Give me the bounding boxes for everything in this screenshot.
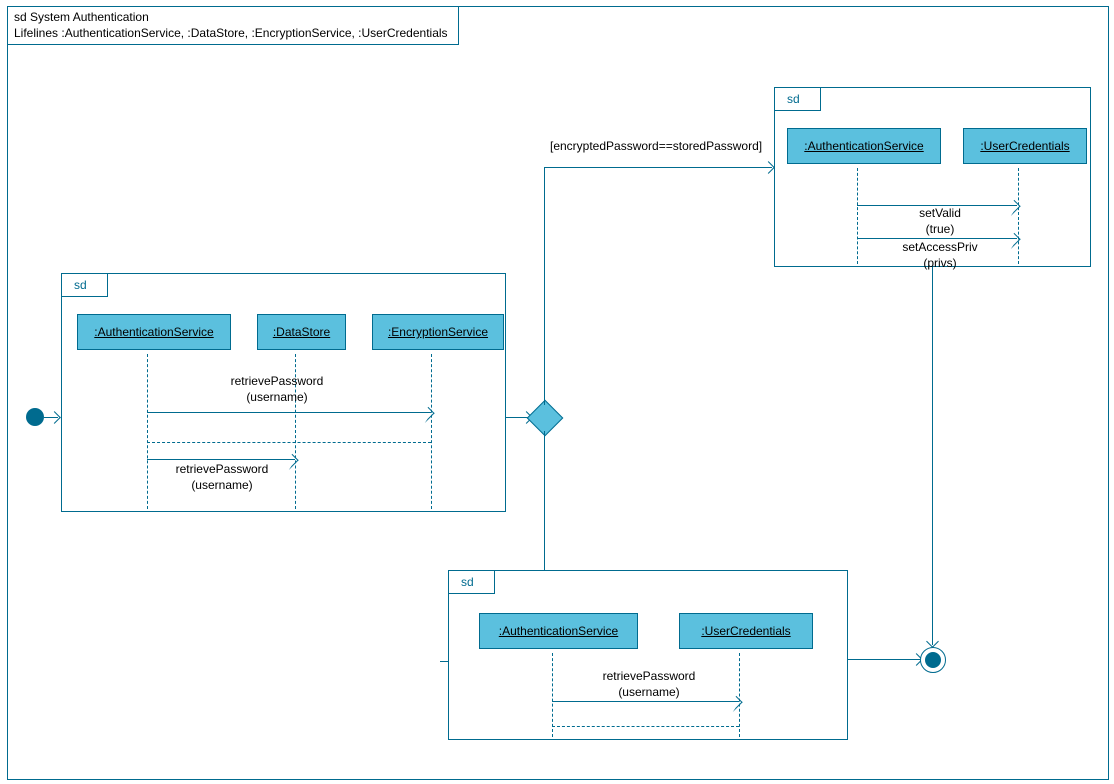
sd2-msg1-arg: (true) [895,222,985,238]
sd1-lifeline-datastore: :DataStore [257,314,346,350]
sd1-lifeline-encryption-line [431,354,432,509]
outer-frame: sd System Authentication Lifelines :Auth… [7,6,1109,780]
sd2-msg2-name: setAccessPriv [895,240,985,256]
sd2-lifeline-user-line [1018,168,1019,264]
edge-decision-to-sd2-h [544,167,772,168]
sd1-lifeline-auth-line [147,354,148,509]
sd2-lifeline-auth: :AuthenticationService [787,128,941,164]
final-node [920,647,946,673]
sd2-msg2-label: setAccessPriv (privs) [895,240,985,271]
sd2-msg1-arrow [857,205,1017,206]
sd-frame-2-tab: sd [775,88,821,111]
edge-start-to-sd1-arrow [48,411,61,424]
guard-text: [encryptedPassword==storedPassword] [550,139,762,153]
sd1-msg2-name: retrievePassword [162,462,282,478]
sd3-lifeline-auth-line [552,653,553,737]
sd1-msg1-arrow [147,412,431,413]
sd3-lifeline-user-line [739,653,740,737]
edge-sd2-to-end [932,267,933,645]
sd-frame-2: sd :AuthenticationService :UserCredentia… [774,87,1091,267]
sd3-lifeline-auth: :AuthenticationService [479,613,638,649]
sd-frame-3-tab: sd [449,571,495,594]
sd3-msg1-arrow [552,701,739,702]
outer-lifelines: Lifelines :AuthenticationService, :DataS… [14,26,448,42]
sd3-msg1-label: retrievePassword (username) [589,669,709,700]
guard-condition: [encryptedPassword==storedPassword] [550,139,760,155]
initial-node [26,408,44,426]
sd1-msg1-label: retrievePassword (username) [212,374,342,405]
decision-node [527,400,564,437]
sd1-msg2-arg: (username) [162,478,282,494]
sd1-lifeline-encryption: :EncryptionService [372,314,504,350]
edge-sd2-to-end-arrow [926,635,939,648]
outer-title: sd System Authentication [14,10,448,26]
sd-frame-1: sd :AuthenticationService :DataStore :En… [61,273,506,512]
sd2-lifeline-auth-line [857,168,858,264]
sd3-lifeline-user: :UserCredentials [679,613,813,649]
sd1-return-arrow [147,442,431,443]
sd2-msg1-name: setValid [895,206,985,222]
sd2-msg1-label: setValid (true) [895,206,985,237]
outer-frame-tab: sd System Authentication Lifelines :Auth… [8,7,459,45]
edge-decision-to-sd2-v [544,167,545,405]
edge-decision-to-sd2-arrow [762,161,775,174]
sd3-return [552,726,739,727]
sd1-msg2-arrow [147,459,295,460]
sd1-msg1-name: retrievePassword [212,374,342,390]
sd3-msg1-arg: (username) [589,685,709,701]
sd1-lifeline-auth: :AuthenticationService [77,314,231,350]
sd2-msg2-arg: (privs) [895,256,985,272]
sd2-msg2-arrow [857,238,1017,239]
sd-frame-1-tab: sd [62,274,108,297]
sd3-msg1-name: retrievePassword [589,669,709,685]
sd-frame-3: sd :AuthenticationService :UserCredentia… [448,570,848,740]
sd1-msg1-arg: (username) [212,390,342,406]
sd2-lifeline-user: :UserCredentials [963,128,1087,164]
sd1-msg2-label: retrievePassword (username) [162,462,282,493]
